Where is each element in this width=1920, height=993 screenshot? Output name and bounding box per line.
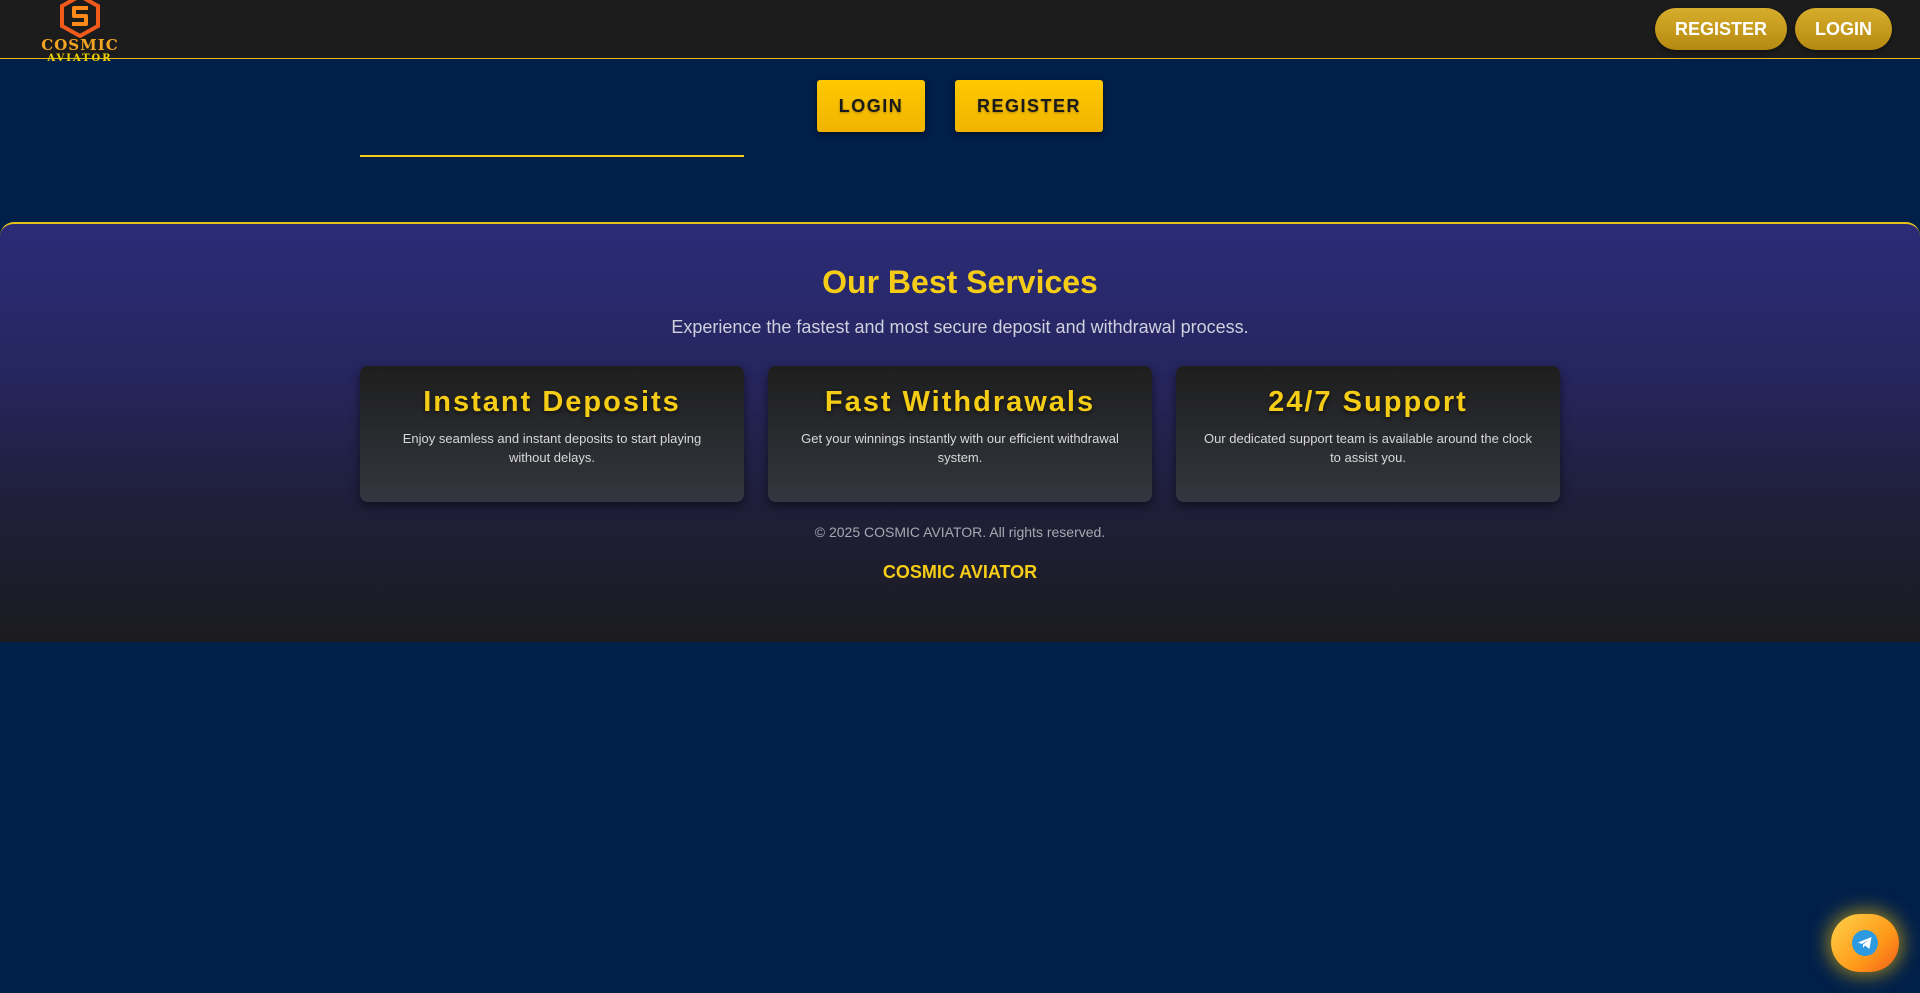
footer-brand[interactable]: COSMIC AVIATOR xyxy=(0,562,1920,583)
telegram-chat-button[interactable] xyxy=(1831,914,1899,972)
services-section: Our Best Services Experience the fastest… xyxy=(0,222,1920,642)
logo-text-secondary: AVIATOR xyxy=(47,53,113,64)
service-card-description: Get your winnings instantly with our eff… xyxy=(801,431,1119,465)
hero-login-button[interactable]: LOGIN xyxy=(817,80,925,132)
service-card-instant-deposits: Instant Deposits Enjoy seamless and inst… xyxy=(360,366,744,502)
service-card-description: Enjoy seamless and instant deposits to s… xyxy=(402,431,702,465)
site-logo[interactable]: COSMIC AVIATOR xyxy=(38,0,122,76)
service-card-title: 24/7 Support xyxy=(1268,386,1468,418)
service-card-description: Our dedicated support team is available … xyxy=(1203,431,1533,465)
services-subtitle: Experience the fastest and most secure d… xyxy=(671,317,1249,337)
site-header: COSMIC AVIATOR REGISTER LOGIN xyxy=(0,0,1920,64)
service-card-fast-withdrawals: Fast Withdrawals Get your winnings insta… xyxy=(768,366,1152,502)
hero-register-button[interactable]: REGISTER xyxy=(955,80,1103,132)
footer-copyright: © 2025 COSMIC AVIATOR. All rights reserv… xyxy=(814,524,1106,540)
header-register-button[interactable]: REGISTER xyxy=(1655,8,1787,50)
header-login-button[interactable]: LOGIN xyxy=(1795,8,1892,50)
service-card-title: Fast Withdrawals xyxy=(824,386,1096,418)
services-title: Our Best Services xyxy=(822,264,1098,300)
accent-divider xyxy=(360,155,744,157)
logo-text-primary: COSMIC xyxy=(41,36,119,54)
telegram-icon xyxy=(1852,930,1878,956)
logo-emblem-icon xyxy=(60,0,100,38)
service-card-support: 24/7 Support Our dedicated support team … xyxy=(1176,366,1560,502)
service-card-title: Instant Deposits xyxy=(423,386,681,418)
